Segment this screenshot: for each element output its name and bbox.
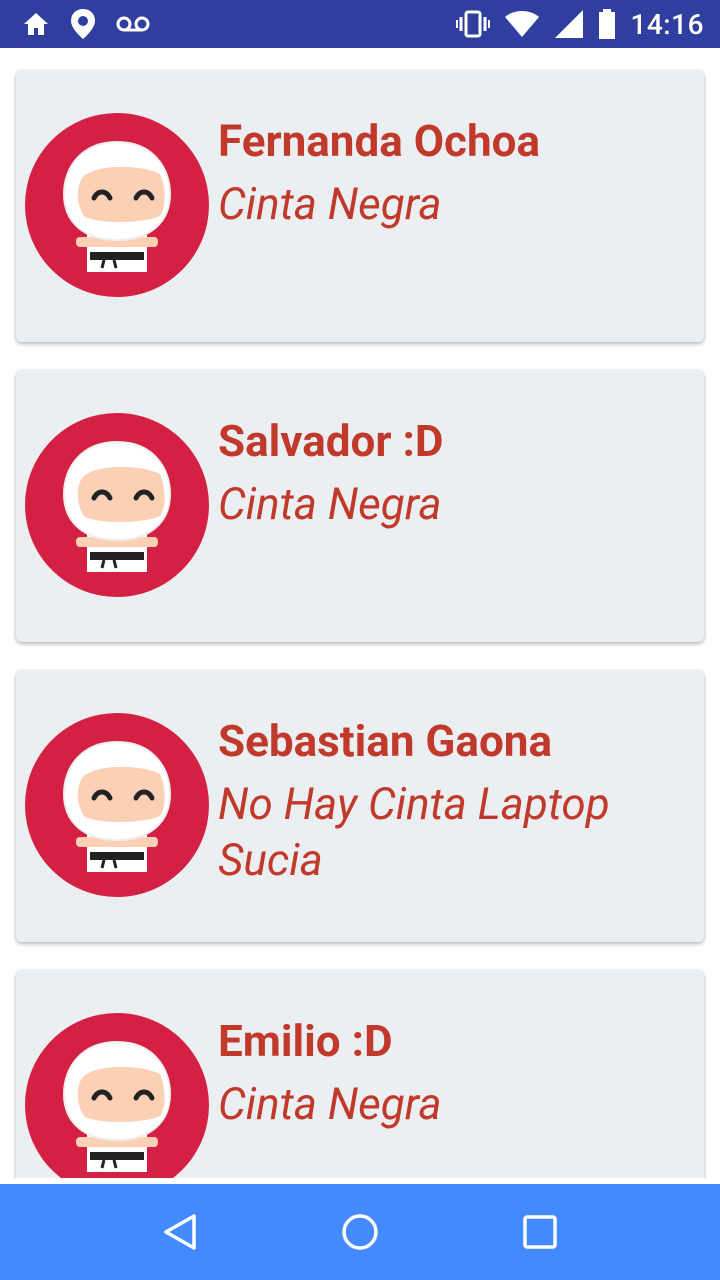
card-text: Fernanda Ochoa Cinta Negra	[218, 114, 688, 232]
vibrate-icon	[456, 10, 491, 38]
back-icon	[164, 1214, 196, 1250]
location-pin-icon	[70, 8, 96, 40]
student-name: Sebastian Gaona	[218, 715, 553, 767]
signal-icon	[554, 9, 584, 39]
navigation-bar	[0, 1184, 720, 1280]
student-belt: Cinta Negra	[218, 1078, 442, 1130]
ninja-avatar-icon	[24, 112, 210, 298]
status-time: 14:16	[630, 7, 704, 41]
student-name: Salvador :D	[218, 415, 444, 467]
home-circle-icon	[342, 1214, 378, 1250]
student-name: Fernanda Ochoa	[218, 115, 540, 167]
wifi-icon	[504, 10, 540, 38]
recents-icon	[523, 1215, 557, 1249]
status-right-icons: 14:16	[442, 8, 704, 41]
student-belt: Cinta Negra	[218, 178, 442, 230]
ninja-avatar-icon	[24, 1012, 210, 1178]
student-belt: No Hay Cinta Laptop Sucia	[218, 778, 610, 886]
student-card[interactable]: Fernanda Ochoa Cinta Negra	[16, 70, 704, 342]
ninja-avatar-icon	[24, 712, 210, 898]
student-list[interactable]: Fernanda Ochoa Cinta Negra Salvador :D C…	[0, 48, 720, 1178]
student-card[interactable]: Emilio :D Cinta Negra	[16, 970, 704, 1178]
card-text: Emilio :D Cinta Negra	[218, 1014, 688, 1132]
battery-icon	[598, 9, 616, 39]
home-icon	[22, 11, 50, 37]
ninja-avatar-icon	[24, 412, 210, 598]
student-belt: Cinta Negra	[218, 478, 442, 530]
status-left-icons	[22, 8, 170, 40]
voicemail-icon	[116, 15, 150, 33]
student-name: Emilio :D	[218, 1015, 393, 1067]
student-card[interactable]: Salvador :D Cinta Negra	[16, 370, 704, 642]
card-text: Salvador :D Cinta Negra	[218, 414, 688, 532]
home-button[interactable]	[330, 1202, 390, 1262]
student-card[interactable]: Sebastian Gaona No Hay Cinta Laptop Suci…	[16, 670, 704, 942]
recents-button[interactable]	[510, 1202, 570, 1262]
card-text: Sebastian Gaona No Hay Cinta Laptop Suci…	[218, 714, 688, 888]
back-button[interactable]	[150, 1202, 210, 1262]
status-bar: 14:16	[0, 0, 720, 48]
